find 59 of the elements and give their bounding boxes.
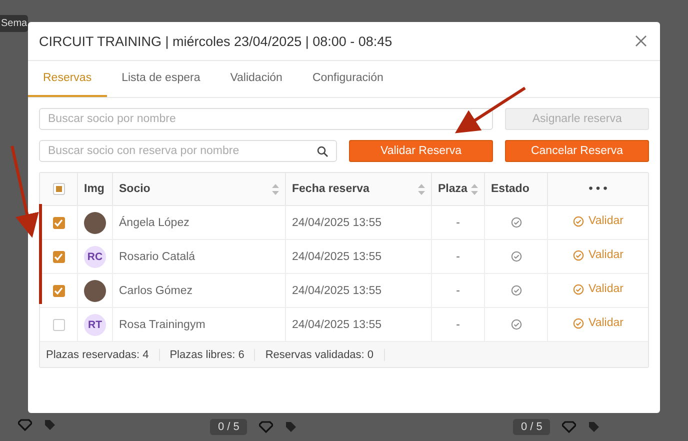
member-name: Rosario Catalá xyxy=(112,240,286,274)
row-checkbox[interactable] xyxy=(52,216,64,228)
sort-icon[interactable] xyxy=(418,184,425,194)
member-name: Ángela López xyxy=(112,206,286,240)
table-cell: - xyxy=(432,240,484,274)
diamond-icon xyxy=(259,421,274,433)
table-cell: - xyxy=(432,206,484,240)
diamond-icon xyxy=(562,421,576,433)
row-checkbox[interactable] xyxy=(52,318,64,330)
avatar-photo-placeholder xyxy=(84,212,106,234)
modal-title: CIRCUIT TRAINING | miércoles 23/04/2025 | 08:00 - 08:45 xyxy=(39,34,392,48)
avatar-initials: RT xyxy=(84,314,106,336)
check-circle-icon xyxy=(572,250,584,261)
tag-icon xyxy=(588,421,600,433)
row-checkbox[interactable] xyxy=(52,250,64,262)
avatar-photo-placeholder xyxy=(84,280,106,302)
column-header: Estado xyxy=(484,173,548,206)
tab[interactable]: Validación xyxy=(215,61,298,97)
tag-icon xyxy=(44,419,56,431)
search-field[interactable]: Buscar socio por nombre xyxy=(39,108,494,130)
tag-icon xyxy=(285,421,298,433)
column-header[interactable]: Fecha reserva xyxy=(286,173,432,206)
summary-text: Plazas reservadas: 4 xyxy=(46,348,160,360)
booking-date: 24/04/2025 13:55 xyxy=(286,274,432,308)
validate-button[interactable]: Validar Reserva xyxy=(349,140,493,162)
search-field[interactable]: Buscar socio con reserva por nombre xyxy=(39,140,337,162)
column-header[interactable]: Plaza xyxy=(432,173,484,206)
check-circle-icon xyxy=(572,284,584,295)
view-button[interactable]: Sema xyxy=(0,15,28,32)
check-circle-icon xyxy=(572,216,584,227)
member-name: Carlos Gómez xyxy=(112,274,286,308)
column-header[interactable]: Socio xyxy=(112,173,286,206)
check-circle-icon xyxy=(510,251,522,262)
close-icon[interactable] xyxy=(634,34,648,48)
column-header: Img xyxy=(78,173,112,206)
tab[interactable]: Lista de espera xyxy=(106,61,216,97)
check-circle-icon xyxy=(572,318,584,329)
summary-text: Reservas validadas: 0 xyxy=(265,348,385,360)
sort-icon[interactable] xyxy=(272,184,279,194)
check-circle-icon xyxy=(510,319,522,330)
tab[interactable]: Configuración xyxy=(297,61,398,97)
table-cell: - xyxy=(432,274,484,308)
search-icon xyxy=(317,146,328,156)
diamond-icon xyxy=(18,419,32,431)
slot-count: 0 / 5 xyxy=(210,419,248,435)
more-options[interactable]: • • • xyxy=(588,183,608,195)
annotation-arrow xyxy=(454,86,526,134)
select-all-checkbox[interactable] xyxy=(52,183,64,195)
row-checkbox[interactable] xyxy=(52,284,64,296)
check-circle-icon xyxy=(510,285,522,296)
avatar-initials: RC xyxy=(84,246,106,268)
sort-icon[interactable] xyxy=(471,184,478,194)
booking-date: 24/04/2025 13:55 xyxy=(286,240,432,274)
check-circle-icon xyxy=(510,217,522,228)
cancel-button[interactable]: Cancelar Reserva xyxy=(505,140,649,162)
summary-text: Plazas libres: 6 xyxy=(170,348,256,360)
booking-date: 24/04/2025 13:55 xyxy=(286,206,432,240)
slot-count: 0 / 5 xyxy=(513,419,550,435)
tab[interactable]: Reservas xyxy=(28,61,107,97)
